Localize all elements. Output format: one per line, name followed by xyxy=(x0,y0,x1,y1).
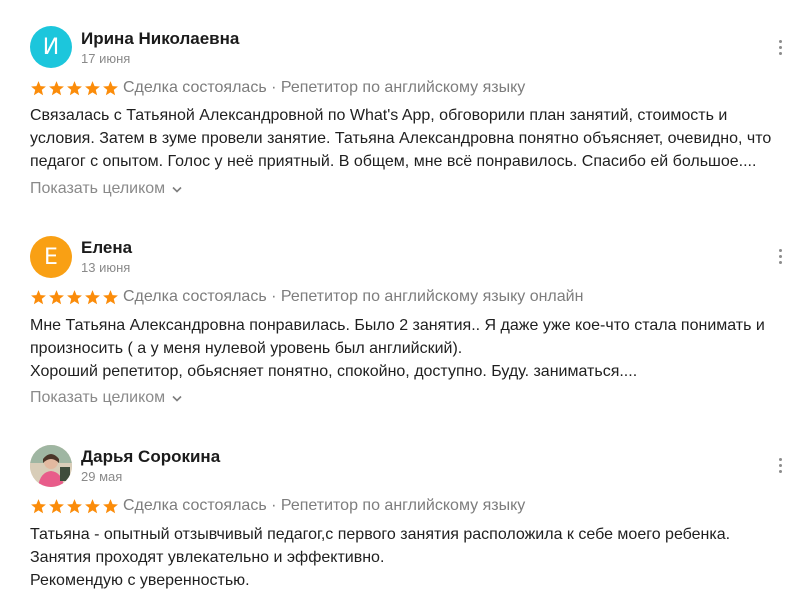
avatar-letter: И xyxy=(42,34,60,60)
chevron-down-icon xyxy=(172,395,182,402)
author-name[interactable]: Дарья Сорокина xyxy=(81,447,220,467)
more-options-icon[interactable] xyxy=(770,455,790,475)
show-all-link[interactable]: Показать целиком xyxy=(30,180,182,198)
show-all-link[interactable]: Показать целиком xyxy=(30,389,182,407)
rating-stars xyxy=(30,498,119,515)
avatar[interactable]: И xyxy=(30,26,72,68)
star-icon xyxy=(85,80,100,95)
star-icon xyxy=(31,498,46,513)
star-icon xyxy=(67,289,82,304)
deal-info: Сделка состоялась · Репетитор по английс… xyxy=(123,79,526,96)
chevron-down-icon xyxy=(172,186,182,193)
star-icon xyxy=(85,289,100,304)
review-text: Мне Татьяна Александровна понравилась. Б… xyxy=(30,317,765,380)
star-icon xyxy=(31,289,46,304)
review-meta: Сделка состоялась · Репетитор по английс… xyxy=(30,78,525,98)
star-icon xyxy=(85,498,100,513)
user-photo-icon xyxy=(30,445,72,487)
review-text: Татьяна - опытный отзывчивый педагог,с п… xyxy=(30,526,731,589)
review-date: 13 июня xyxy=(81,260,131,275)
review-date: 17 июня xyxy=(81,51,131,66)
star-icon xyxy=(67,80,82,95)
star-icon xyxy=(49,289,64,304)
star-icon xyxy=(67,498,82,513)
avatar[interactable]: Е xyxy=(30,236,72,278)
show-all-label: Показать целиком xyxy=(30,180,166,197)
rating-stars xyxy=(30,80,119,97)
rating-stars xyxy=(30,289,119,306)
more-options-icon[interactable] xyxy=(770,37,790,57)
star-icon xyxy=(49,80,64,95)
deal-info: Сделка состоялась · Репетитор по английс… xyxy=(123,288,584,305)
review-date: 29 мая xyxy=(81,469,123,484)
avatar-photo[interactable] xyxy=(30,445,72,487)
more-options-icon[interactable] xyxy=(770,246,790,266)
star-icon xyxy=(103,289,118,304)
review-meta: Сделка состоялась · Репетитор по английс… xyxy=(30,287,583,307)
star-icon xyxy=(103,498,118,513)
star-icon xyxy=(31,80,46,95)
author-name[interactable]: Ирина Николаевна xyxy=(81,29,239,49)
author-name[interactable]: Елена xyxy=(81,238,132,258)
avatar-letter: Е xyxy=(44,244,58,270)
star-icon xyxy=(103,80,118,95)
review-text: Связалась с Татьяной Александровной по W… xyxy=(30,107,772,170)
deal-info: Сделка состоялась · Репетитор по английс… xyxy=(123,497,526,514)
review-meta: Сделка состоялась · Репетитор по английс… xyxy=(30,496,525,516)
show-all-label: Показать целиком xyxy=(30,389,166,406)
star-icon xyxy=(49,498,64,513)
